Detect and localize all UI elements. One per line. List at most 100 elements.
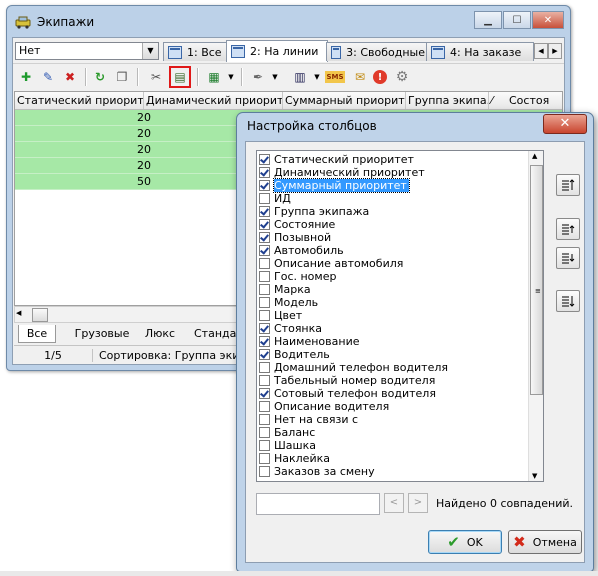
- close-button[interactable]: ✕: [532, 11, 564, 29]
- checkbox[interactable]: [259, 245, 270, 256]
- find-next-button[interactable]: >: [408, 493, 428, 513]
- column-list-item[interactable]: Автомобиль: [259, 244, 344, 257]
- scroll-thumb[interactable]: [32, 308, 48, 322]
- checkbox[interactable]: [259, 258, 270, 269]
- column-list-item[interactable]: Модель: [259, 296, 318, 309]
- checkbox[interactable]: [259, 336, 270, 347]
- move-down-button[interactable]: [556, 247, 580, 269]
- column-settings-icon[interactable]: ▤: [169, 66, 191, 88]
- column-list-item[interactable]: Цвет: [259, 309, 302, 322]
- column-list-item[interactable]: Группа экипажа: [259, 205, 369, 218]
- column-list-item[interactable]: Гос. номер: [259, 270, 336, 283]
- checkbox[interactable]: [259, 375, 270, 386]
- checkbox[interactable]: [259, 284, 270, 295]
- column-list-item[interactable]: Наименование: [259, 335, 359, 348]
- add-icon[interactable]: ✚: [17, 68, 35, 86]
- column-list-item[interactable]: Наклейка: [259, 452, 330, 465]
- checkbox[interactable]: [259, 271, 270, 282]
- column-list-item[interactable]: Шашка: [259, 439, 316, 452]
- checkbox[interactable]: [259, 167, 270, 178]
- column-list-item[interactable]: Стоянка: [259, 322, 322, 335]
- copy-icon[interactable]: ❐: [113, 68, 131, 86]
- checkbox[interactable]: [259, 206, 270, 217]
- checkbox[interactable]: [259, 401, 270, 412]
- column-header[interactable]: Суммарный приоритет: [283, 92, 406, 109]
- column-list-item[interactable]: Водитель: [259, 348, 330, 361]
- tab-scroll-right-icon[interactable]: ▶: [548, 43, 562, 59]
- checkbox[interactable]: [259, 362, 270, 373]
- mail-icon[interactable]: ✉: [351, 68, 369, 86]
- refresh-icon[interactable]: ↻: [91, 68, 109, 86]
- checkbox[interactable]: [259, 427, 270, 438]
- tab-free[interactable]: 3: Свободные: [326, 42, 430, 61]
- column-list-item[interactable]: Состояние: [259, 218, 335, 231]
- column-list-item[interactable]: ИД: [259, 192, 291, 205]
- checkbox[interactable]: [259, 323, 270, 334]
- column-list-item[interactable]: Сотовый телефон водителя: [259, 387, 436, 400]
- checkbox[interactable]: [259, 466, 270, 477]
- tab-on-line[interactable]: 2: На линии: [226, 40, 328, 62]
- column-header[interactable]: Группа экипа...: [406, 92, 489, 109]
- chevron-down-icon[interactable]: ▼: [227, 68, 235, 86]
- group-tab-cargo[interactable]: Грузовые: [72, 325, 132, 342]
- checkbox[interactable]: [259, 297, 270, 308]
- checkbox[interactable]: [259, 154, 270, 165]
- delete-icon[interactable]: ✖: [61, 68, 79, 86]
- close-icon[interactable]: ✕: [543, 114, 587, 134]
- chevron-down-icon[interactable]: ▼: [532, 472, 537, 480]
- chevron-down-icon[interactable]: ▼: [313, 68, 321, 86]
- group-tab-lux[interactable]: Люкс: [140, 325, 180, 342]
- column-header[interactable]: Статический приоритет: [15, 92, 144, 109]
- chevron-down-icon[interactable]: ▼: [142, 43, 158, 59]
- checkbox[interactable]: [259, 453, 270, 464]
- columns-checklist[interactable]: ▲ ≡ ▼ Статический приоритет Динамический …: [256, 150, 544, 482]
- horizontal-scrollbar[interactable]: ◀: [14, 306, 242, 323]
- vertical-scrollbar[interactable]: ▲ ≡ ▼: [528, 151, 543, 481]
- tools-icon[interactable]: ✂: [147, 68, 165, 86]
- move-bottom-button[interactable]: [556, 290, 580, 312]
- column-list-item[interactable]: Баланс: [259, 426, 315, 439]
- cancel-button[interactable]: ✖ Отмена: [508, 530, 582, 554]
- alert-icon[interactable]: !: [373, 70, 387, 84]
- checkbox[interactable]: [259, 388, 270, 399]
- column-list-item[interactable]: Заказов за смену: [259, 465, 375, 478]
- column-header[interactable]: Динамический приоритет: [144, 92, 283, 109]
- column-list-item[interactable]: Суммарный приоритет: [259, 178, 410, 193]
- checkbox[interactable]: [259, 310, 270, 321]
- tab-on-order[interactable]: 4: На заказе: [426, 42, 534, 61]
- column-list-item[interactable]: Домашний телефон водителя: [259, 361, 448, 374]
- tab-scroll-left-icon[interactable]: ◀: [534, 43, 548, 59]
- columns-icon[interactable]: ▥: [291, 68, 309, 86]
- column-list-item[interactable]: Марка: [259, 283, 311, 296]
- checkbox[interactable]: [259, 414, 270, 425]
- excel-icon[interactable]: ▦: [205, 68, 223, 86]
- filter-combo[interactable]: Нет ▼: [15, 42, 159, 60]
- checkbox[interactable]: [259, 232, 270, 243]
- move-top-button[interactable]: [556, 174, 580, 196]
- maximize-button[interactable]: ☐: [503, 11, 531, 29]
- column-list-item[interactable]: Табельный номер водителя: [259, 374, 435, 387]
- find-prev-button[interactable]: <: [384, 493, 404, 513]
- title-bar[interactable]: Экипажи ▁ ☐ ✕: [7, 6, 570, 36]
- edit-icon[interactable]: ✎: [39, 68, 57, 86]
- column-list-item[interactable]: Нет на связи с: [259, 413, 358, 426]
- checkbox[interactable]: [259, 180, 270, 191]
- checkbox[interactable]: [259, 440, 270, 451]
- tab-all[interactable]: 1: Все: [163, 42, 231, 61]
- checkbox[interactable]: [259, 219, 270, 230]
- ok-button[interactable]: ✔ OK: [428, 530, 502, 554]
- minimize-button[interactable]: ▁: [474, 11, 502, 29]
- chevron-left-icon[interactable]: ◀: [16, 309, 21, 317]
- chevron-up-icon[interactable]: ▲: [532, 152, 537, 160]
- sms-icon[interactable]: SMS: [325, 71, 345, 83]
- chevron-down-icon[interactable]: ▼: [271, 68, 279, 86]
- pen-icon[interactable]: ✒: [249, 68, 267, 86]
- column-list-item[interactable]: Описание водителя: [259, 400, 389, 413]
- search-input[interactable]: [256, 493, 380, 515]
- column-list-item[interactable]: Статический приоритет: [259, 153, 414, 166]
- move-up-button[interactable]: [556, 218, 580, 240]
- column-list-item[interactable]: Позывной: [259, 231, 331, 244]
- checkbox[interactable]: [259, 349, 270, 360]
- group-tab-all[interactable]: Все: [18, 325, 56, 343]
- column-list-item[interactable]: Описание автомобиля: [259, 257, 403, 270]
